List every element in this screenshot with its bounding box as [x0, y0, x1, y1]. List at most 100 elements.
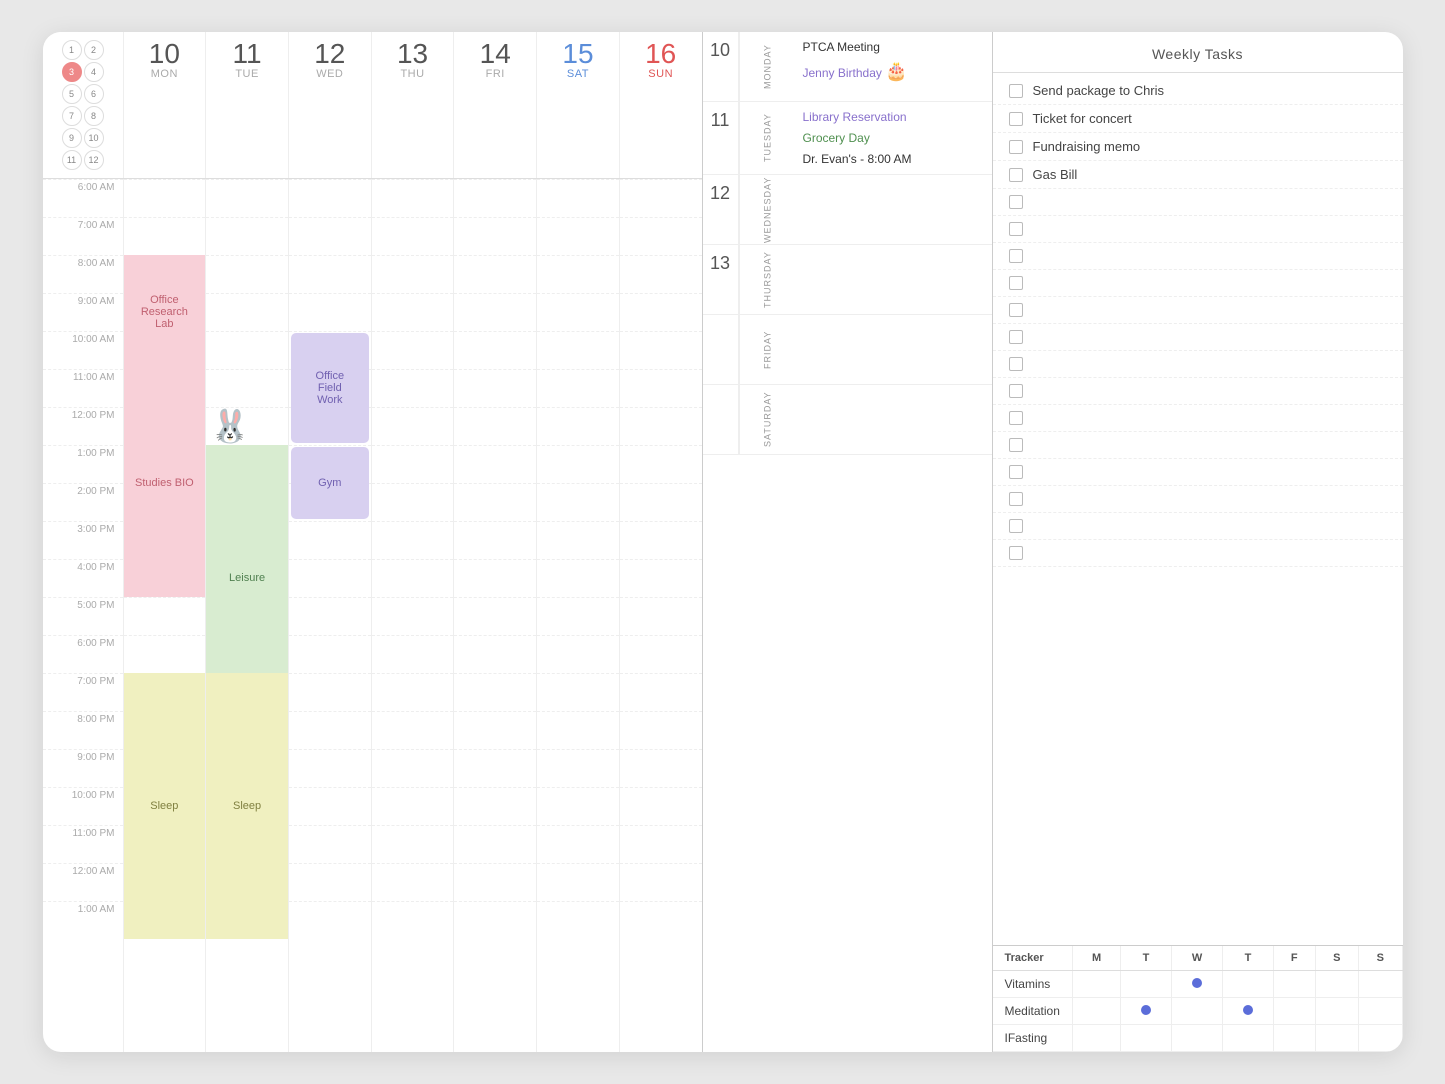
task-checkbox-empty[interactable] [1009, 195, 1023, 209]
tracker-cell[interactable] [1223, 971, 1273, 998]
task-checkbox-empty[interactable] [1009, 222, 1023, 236]
task-item[interactable]: Send package to Chris [993, 77, 1403, 105]
task-empty-item [993, 513, 1403, 540]
tracker-cell[interactable] [1315, 998, 1358, 1025]
monthly-day-num: 13 [703, 245, 739, 314]
task-checkbox-empty[interactable] [1009, 276, 1023, 290]
day-cell [537, 331, 619, 369]
task-checkbox-empty[interactable] [1009, 303, 1023, 317]
day-cell [454, 825, 536, 863]
monthly-day-num [703, 385, 739, 454]
tracker-cell[interactable] [1273, 1025, 1315, 1052]
bunny-emoji: 🐰 [210, 407, 250, 445]
task-checkbox[interactable] [1009, 84, 1023, 98]
calendar-event: Office Research Lab [126, 257, 204, 367]
tracker-dot [1243, 1005, 1253, 1015]
time-slot: 8:00 PM [43, 711, 123, 749]
day-number: 12 [291, 40, 369, 68]
day-cell [289, 711, 371, 749]
day-cell [620, 673, 702, 711]
day-cell [537, 787, 619, 825]
time-slot: 7:00 AM [43, 217, 123, 255]
week-num-cell: 1 [62, 40, 82, 60]
task-checkbox[interactable] [1009, 140, 1023, 154]
task-checkbox-empty[interactable] [1009, 546, 1023, 560]
tasks-list: Send package to ChrisTicket for concert F… [993, 73, 1403, 945]
day-name: SUN [622, 68, 700, 80]
task-label: Fundraising memo [1033, 139, 1141, 154]
day-cell [454, 749, 536, 787]
time-slot: 10:00 PM [43, 787, 123, 825]
time-slot: 1:00 PM [43, 445, 123, 483]
tracker-cell[interactable] [1359, 1025, 1402, 1052]
day-cell [289, 863, 371, 901]
tracker-cell[interactable] [1359, 998, 1402, 1025]
day-cell [372, 787, 454, 825]
task-empty-item [993, 378, 1403, 405]
day-cell [289, 521, 371, 559]
task-checkbox-empty[interactable] [1009, 492, 1023, 506]
tracker-cell[interactable] [1273, 998, 1315, 1025]
day-cell [620, 863, 702, 901]
monthly-day-events [795, 385, 992, 454]
tracker-cell[interactable] [1223, 998, 1273, 1025]
day-cell [372, 673, 454, 711]
day-col: Office Research LabStudies BIOSleep [123, 179, 206, 1052]
monthly-day-row: 10MondayPTCA MeetingJenny Birthday 🎂 [703, 32, 992, 102]
tracker-day-header: W [1171, 946, 1223, 971]
calendar-section: 123456789101112 10MON11TUE12WED13THU14FR… [43, 32, 703, 1052]
day-col [536, 179, 619, 1052]
task-item[interactable]: Gas Bill [993, 161, 1403, 189]
task-checkbox-empty[interactable] [1009, 357, 1023, 371]
day-cell [289, 255, 371, 293]
day-col [619, 179, 702, 1052]
task-empty-item [993, 351, 1403, 378]
task-checkbox-empty[interactable] [1009, 465, 1023, 479]
tracker-cell[interactable] [1073, 998, 1121, 1025]
task-checkbox-empty[interactable] [1009, 519, 1023, 533]
tracker-cell[interactable] [1171, 1025, 1223, 1052]
task-checkbox[interactable] [1009, 168, 1023, 182]
task-item[interactable]: Fundraising memo [993, 133, 1403, 161]
tracker-cell[interactable] [1223, 1025, 1273, 1052]
task-item[interactable]: Ticket for concert [993, 105, 1403, 133]
task-checkbox-empty[interactable] [1009, 411, 1023, 425]
tracker-cell[interactable] [1121, 971, 1171, 998]
week-num-cell: 9 [62, 128, 82, 148]
tracker-cell[interactable] [1121, 1025, 1171, 1052]
task-checkbox-empty[interactable] [1009, 249, 1023, 263]
task-empty-item [993, 486, 1403, 513]
time-slot: 2:00 PM [43, 483, 123, 521]
day-number: 13 [374, 40, 452, 68]
monthly-event: Grocery Day [803, 129, 984, 147]
tracker-cell[interactable] [1273, 971, 1315, 998]
task-checkbox-empty[interactable] [1009, 438, 1023, 452]
tracker-cell[interactable] [1315, 1025, 1358, 1052]
monthly-day-label: Thursday [739, 245, 795, 314]
week-num-cell: 8 [84, 106, 104, 126]
day-cell [620, 483, 702, 521]
tracker-cell[interactable] [1315, 971, 1358, 998]
day-cell [454, 331, 536, 369]
day-cell [124, 217, 206, 255]
task-empty-item [993, 270, 1403, 297]
task-checkbox-empty[interactable] [1009, 384, 1023, 398]
monthly-day-num [703, 315, 739, 384]
tracker-cell[interactable] [1359, 971, 1402, 998]
day-cell [454, 635, 536, 673]
week-num-cell: 6 [84, 84, 104, 104]
calendar-event: Studies BIO [126, 409, 204, 557]
monthly-day-label: Saturday [739, 385, 795, 454]
week-num-cell: 10 [84, 128, 104, 148]
day-cell [289, 179, 371, 217]
week-header: 123456789101112 10MON11TUE12WED13THU14FR… [43, 32, 702, 179]
day-cell [289, 901, 371, 939]
task-checkbox-empty[interactable] [1009, 330, 1023, 344]
tracker-cell[interactable] [1171, 998, 1223, 1025]
task-checkbox[interactable] [1009, 112, 1023, 126]
tracker-cell[interactable] [1171, 971, 1223, 998]
tracker-cell[interactable] [1073, 971, 1121, 998]
tracker-cell[interactable] [1121, 998, 1171, 1025]
tracker-cell[interactable] [1073, 1025, 1121, 1052]
monthly-day-label: Wednesday [739, 175, 795, 244]
